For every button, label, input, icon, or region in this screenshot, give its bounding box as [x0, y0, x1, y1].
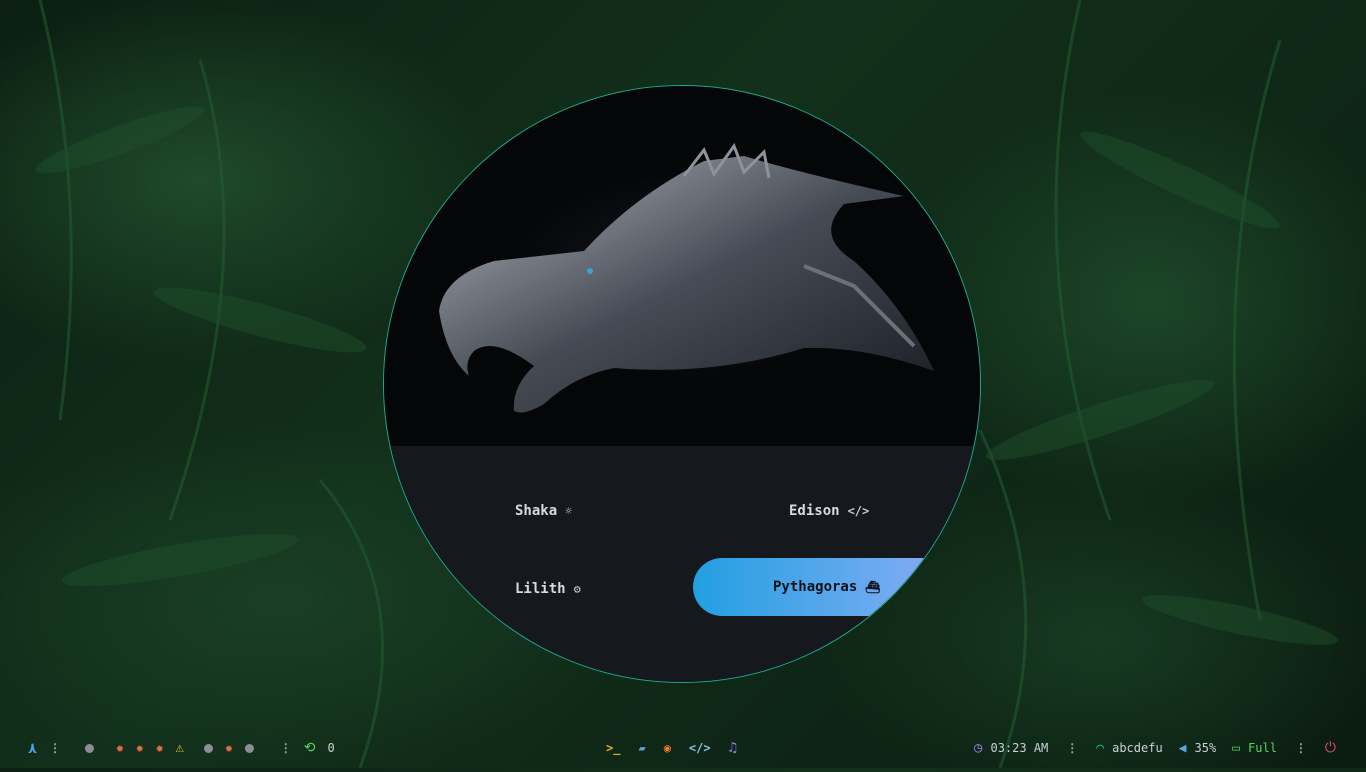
terminal-icon[interactable]: >_	[606, 741, 620, 755]
volume-level[interactable]: 35%	[1195, 741, 1217, 755]
app-launcher-menu: Shaka ☼ Edison </> Lilith ⚙ Pythagoras ⛴	[383, 85, 981, 683]
code-icon: </>	[847, 504, 870, 518]
updates-icon[interactable]: ⟲	[304, 740, 316, 756]
menu-item-lilith[interactable]: Lilith ⚙	[515, 581, 581, 597]
workspace-1[interactable]	[85, 743, 95, 753]
menu-item-label: Shaka	[515, 503, 558, 519]
updates-count: 0	[327, 741, 335, 755]
workspace-4-bug-icon[interactable]: ✹	[156, 741, 164, 756]
status-bar: ⋏ ⋮ ✹ ✹ ✹ ⚠ ✹ ⋮ ⟲ 0 >_ ▰ ◉ </> ♫ ◷ 03:23…	[0, 728, 1366, 768]
mechanical-eagle-illustration	[439, 142, 934, 413]
workspace-8[interactable]	[244, 743, 254, 753]
bar-right-group: ◷ 03:23 AM ⋮ ◠ abcdefu ◀ 35% ▭ Full ⋮ ⏻	[974, 728, 1336, 768]
separator-icon: ⋮	[1066, 741, 1079, 755]
menu-item-edison[interactable]: Edison </>	[789, 503, 869, 519]
separator-icon: ⋮	[279, 741, 292, 755]
bar-left-group: ⋏ ⋮ ✹ ✹ ✹ ⚠ ✹ ⋮ ⟲ 0	[28, 728, 335, 768]
menu-item-shaka[interactable]: Shaka ☼	[515, 503, 572, 519]
code-editor-icon[interactable]: </>	[689, 741, 711, 755]
menu-banner-image	[384, 86, 980, 446]
workspace-7-bug-icon[interactable]: ✹	[225, 741, 233, 756]
launcher-icon[interactable]: ⋏	[28, 739, 37, 757]
firefox-icon[interactable]: ◉	[664, 741, 671, 755]
menu-item-label: Pythagoras	[773, 579, 858, 595]
gear-icon: ⚙	[573, 582, 581, 596]
menu-item-pythagoras[interactable]: Pythagoras ⛴	[693, 558, 980, 616]
wifi-network-name[interactable]: abcdefu	[1112, 741, 1163, 755]
ship-icon: ⛴	[865, 580, 881, 594]
workspace-5-active-icon[interactable]: ⚠	[176, 740, 184, 756]
power-icon[interactable]: ⏻	[1325, 740, 1336, 756]
separator-icon: ⋮	[49, 741, 62, 755]
bug-icon: ☼	[565, 504, 573, 518]
folder-icon[interactable]: ▰	[638, 741, 645, 755]
separator-icon: ⋮	[1294, 741, 1307, 755]
battery-status[interactable]: Full	[1248, 741, 1277, 755]
wifi-icon: ◠	[1096, 740, 1105, 756]
clock-icon: ◷	[974, 740, 983, 756]
workspace-6[interactable]	[203, 743, 213, 753]
menu-item-label: Edison	[789, 503, 840, 519]
workspace-3-bug-icon[interactable]: ✹	[136, 741, 144, 756]
volume-icon: ◀	[1178, 740, 1187, 756]
menu-items-list: Shaka ☼ Edison </> Lilith ⚙ Pythagoras ⛴	[384, 446, 980, 682]
workspace-2-bug-icon[interactable]: ✹	[116, 741, 124, 756]
menu-item-label: Lilith	[515, 581, 566, 597]
clock-time[interactable]: 03:23 AM	[990, 741, 1048, 755]
music-icon[interactable]: ♫	[729, 740, 737, 756]
bar-center-apps: >_ ▰ ◉ </> ♫	[606, 728, 737, 768]
battery-icon: ▭	[1232, 740, 1241, 756]
